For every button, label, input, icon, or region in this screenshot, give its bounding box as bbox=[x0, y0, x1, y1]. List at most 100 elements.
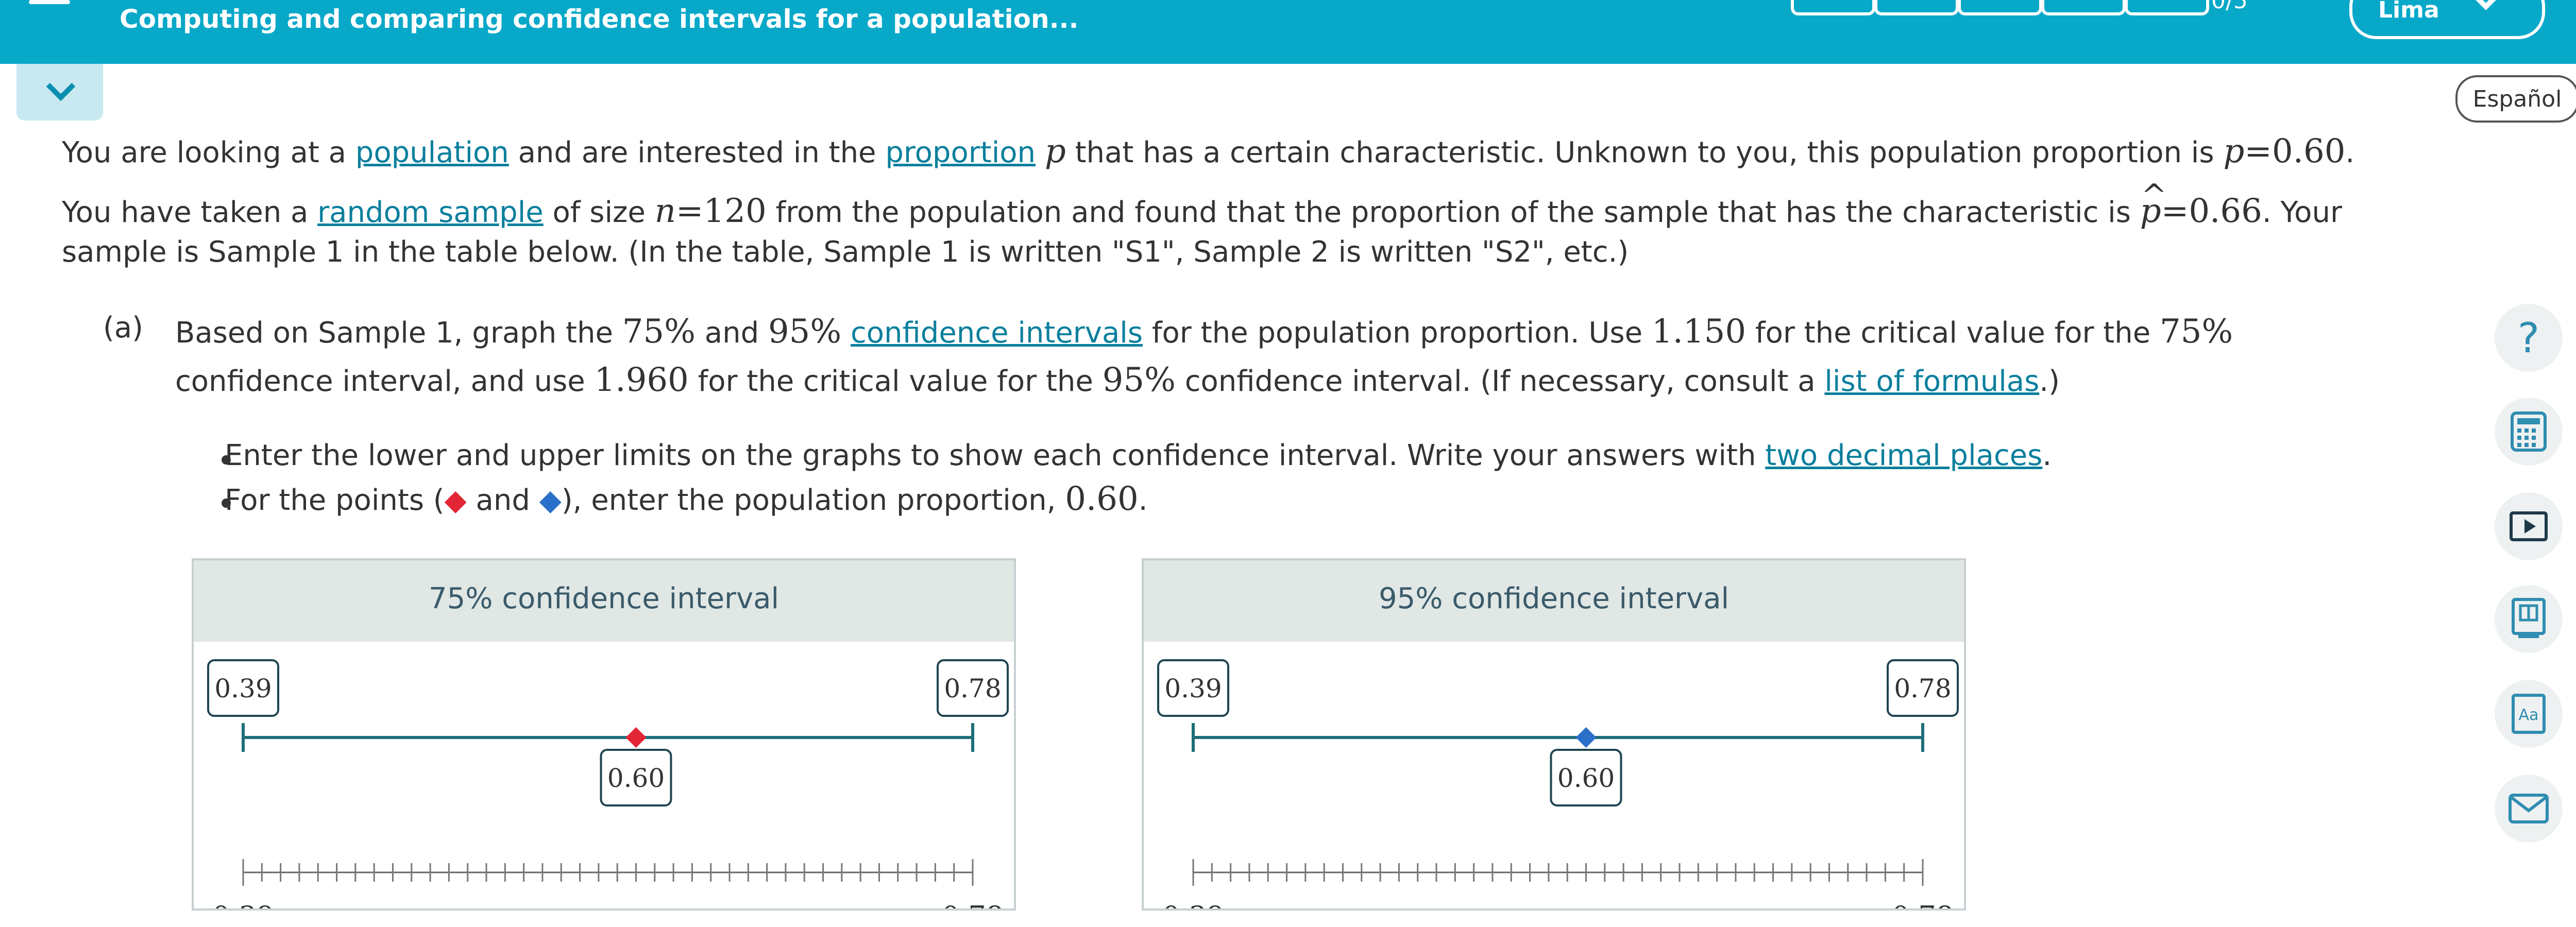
text: and bbox=[466, 484, 539, 517]
hat-accent: ^ bbox=[2141, 178, 2167, 214]
instruction-bullet-2: For the points (◆ and ◆), enter the popu… bbox=[225, 480, 1148, 518]
point-value-input-value: 0.60 bbox=[1557, 763, 1615, 793]
ci-graph-75[interactable]: 0.39 0.78 0.60 0.39 0.78 bbox=[194, 642, 1014, 908]
mail-button[interactable] bbox=[2495, 775, 2563, 843]
axis-min-label: 0.39 bbox=[1162, 900, 1224, 908]
calculator-icon bbox=[2511, 411, 2547, 452]
user-menu-button[interactable]: Lima bbox=[2349, 0, 2545, 39]
book-icon bbox=[2512, 598, 2546, 638]
upper-limit-input-value: 0.78 bbox=[944, 674, 1001, 703]
text: and bbox=[695, 316, 768, 350]
glossary-label: Aa bbox=[2519, 706, 2539, 724]
progress-segment bbox=[2041, 0, 2126, 15]
part-a-line-1: Based on Sample 1, graph the 75% and 95%… bbox=[175, 311, 2233, 354]
glossary-icon: Aa bbox=[2512, 694, 2546, 734]
point-value-input[interactable]: 0.60 bbox=[600, 749, 672, 806]
instruction-bullet-1: Enter the lower and upper limits on the … bbox=[225, 439, 2052, 472]
text: for the critical value for the bbox=[688, 365, 1103, 398]
language-button[interactable]: Español bbox=[2455, 75, 2576, 123]
sample-size-value: =120 bbox=[675, 192, 767, 230]
upper-limit-input[interactable]: 0.78 bbox=[937, 659, 1009, 717]
ci-panel-95: 95% confidence interval 0.390.780.600.39… bbox=[1142, 558, 1966, 911]
intro-line-2: You have taken a random sample of size n… bbox=[62, 178, 2342, 233]
progress-segment bbox=[1958, 0, 2042, 15]
text: . Your bbox=[2262, 196, 2342, 229]
text: .) bbox=[2039, 365, 2060, 398]
assignment-title: Computing and comparing confidence inter… bbox=[120, 4, 1079, 34]
chevron-down-icon bbox=[2472, 0, 2500, 10]
point-value-input[interactable]: 0.60 bbox=[1550, 749, 1622, 806]
lower-limit-input-value: 0.39 bbox=[1164, 674, 1222, 703]
menu-icon[interactable] bbox=[29, 0, 70, 4]
progress-segment bbox=[1874, 0, 1959, 15]
lower-limit-input[interactable]: 0.39 bbox=[207, 659, 279, 717]
text: for the population proportion. Use bbox=[1143, 316, 1652, 350]
population-link[interactable]: population bbox=[355, 136, 509, 169]
collapse-toggle-button[interactable] bbox=[16, 64, 103, 121]
text: from the population and found that the p… bbox=[766, 196, 2140, 229]
proportion-link[interactable]: proportion bbox=[885, 136, 1036, 169]
blue-diamond-icon: ◆ bbox=[539, 484, 562, 517]
text: that has a certain characteristic. Unkno… bbox=[1065, 136, 2224, 169]
critical-value-75: 1.150 bbox=[1651, 313, 1747, 351]
glossary-button[interactable]: Aa bbox=[2495, 680, 2563, 748]
text bbox=[841, 316, 851, 350]
critical-value-95: 1.960 bbox=[594, 361, 689, 399]
text: . bbox=[2345, 136, 2355, 169]
video-button[interactable] bbox=[2495, 492, 2563, 560]
text: for the critical value for the bbox=[1746, 316, 2160, 350]
axis-max-label: 0.78 bbox=[942, 900, 1004, 908]
question-icon: ? bbox=[2517, 314, 2540, 362]
video-icon bbox=[2510, 511, 2548, 541]
population-proportion-value: 0.60 bbox=[1065, 480, 1139, 518]
text: . bbox=[1138, 484, 1148, 517]
panel-header: 95% confidence interval bbox=[1144, 560, 1964, 642]
random-sample-link[interactable]: random sample bbox=[317, 196, 544, 229]
list-of-formulas-link[interactable]: list of formulas bbox=[1824, 365, 2039, 398]
progress-count: 0/5 bbox=[2211, 0, 2248, 14]
text: confidence interval, and use bbox=[175, 365, 595, 398]
confidence-intervals-link[interactable]: confidence intervals bbox=[851, 316, 1143, 350]
calculator-button[interactable] bbox=[2495, 398, 2563, 466]
population-proportion-value: =0.60 bbox=[2244, 132, 2346, 170]
book-button[interactable] bbox=[2495, 585, 2563, 653]
part-a-line-2: confidence interval, and use 1.960 for t… bbox=[175, 359, 2060, 402]
ci-graph-95[interactable]: 0.39 0.78 0.60 0.39 0.78 bbox=[1144, 642, 1964, 908]
text: of size bbox=[543, 196, 655, 229]
text: . bbox=[2042, 439, 2052, 472]
value-95: 95% bbox=[768, 313, 842, 351]
text: Based on Sample 1, graph the bbox=[175, 316, 622, 350]
variable-p-hat: p ^ bbox=[2140, 178, 2167, 232]
part-label: (a) bbox=[103, 311, 144, 345]
upper-limit-input-value: 0.78 bbox=[1894, 674, 1951, 703]
variable-n: n bbox=[654, 192, 676, 230]
point-value-input-value: 0.60 bbox=[607, 763, 665, 793]
value-95: 95% bbox=[1102, 361, 1176, 399]
progress-segment bbox=[1791, 0, 1875, 15]
value-75: 75% bbox=[2159, 313, 2233, 351]
mail-icon bbox=[2509, 794, 2549, 823]
text: Enter the lower and upper limits on the … bbox=[225, 439, 1766, 472]
top-bar: Computing and comparing confidence inter… bbox=[0, 0, 2576, 64]
panel-title: 95% confidence interval bbox=[1378, 582, 1730, 615]
panel-header: 75% confidence interval bbox=[194, 560, 1014, 642]
variable-p: p bbox=[1044, 132, 1066, 170]
panel-title: 75% confidence interval bbox=[428, 582, 779, 615]
intro-line-3: sample is Sample 1 in the table below. (… bbox=[62, 235, 1629, 269]
lower-limit-input-value: 0.39 bbox=[214, 674, 272, 703]
chevron-down-icon bbox=[46, 72, 76, 101]
text: and are interested in the bbox=[509, 136, 886, 169]
axis-max-label: 0.78 bbox=[1892, 900, 1954, 908]
population-proportion-point[interactable] bbox=[625, 727, 647, 748]
axis-min-label: 0.39 bbox=[212, 900, 274, 908]
lower-limit-input[interactable]: 0.39 bbox=[1157, 659, 1229, 717]
text: For the points ( bbox=[225, 484, 445, 517]
help-button[interactable]: ? bbox=[2495, 304, 2563, 372]
text: You are looking at a bbox=[62, 136, 355, 169]
population-proportion-point[interactable] bbox=[1575, 727, 1597, 748]
two-decimal-places-link[interactable]: two decimal places bbox=[1765, 439, 2042, 472]
sample-proportion-value: =0.66 bbox=[2161, 192, 2262, 230]
text: ), enter the population proportion, bbox=[561, 484, 1065, 517]
upper-limit-input[interactable]: 0.78 bbox=[1887, 659, 1959, 717]
red-diamond-icon: ◆ bbox=[444, 484, 467, 517]
